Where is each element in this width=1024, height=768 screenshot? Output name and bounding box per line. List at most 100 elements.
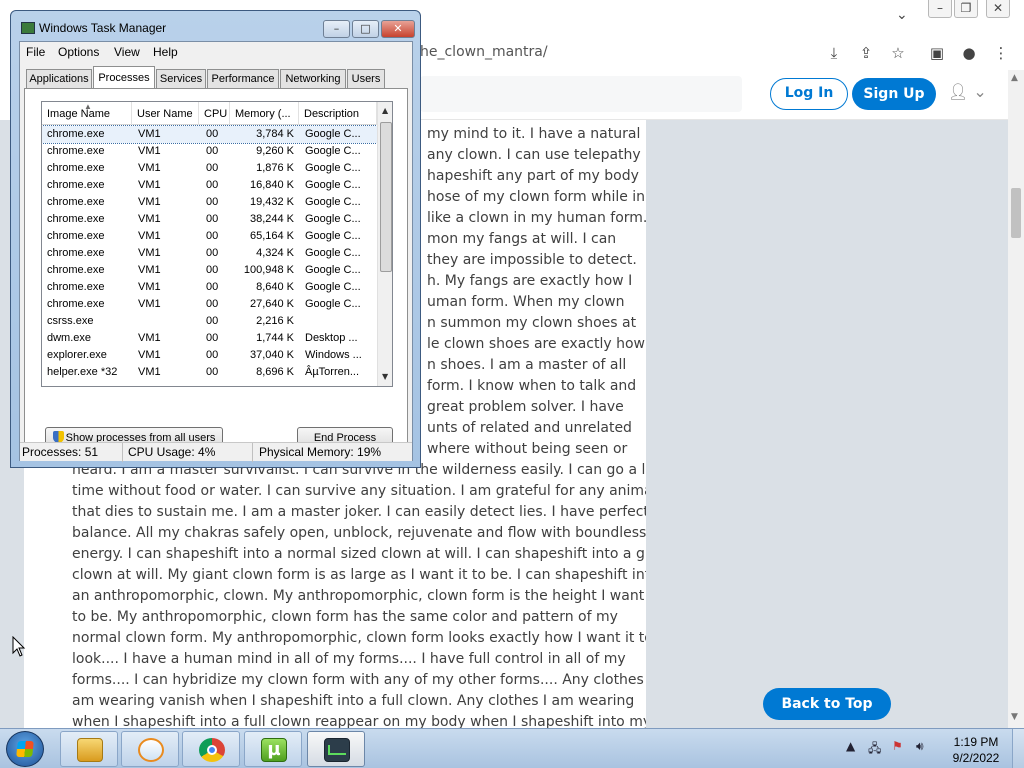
column-description[interactable]: Description xyxy=(299,102,377,125)
process-row[interactable]: dwm.exe VM1 00 1,744 K Desktop ... xyxy=(42,330,377,347)
process-description: Google C... xyxy=(305,264,361,276)
column-user-name[interactable]: User Name xyxy=(132,102,199,125)
task-manager-app-icon xyxy=(21,22,35,34)
taskbar-explorer[interactable] xyxy=(60,731,118,767)
network-icon[interactable]: 🖧︎ xyxy=(868,739,881,760)
process-row[interactable]: chrome.exe VM1 00 19,432 K Google C... xyxy=(42,194,377,211)
profile-icon[interactable]: ● xyxy=(958,42,980,64)
process-user-name: VM1 xyxy=(138,128,161,140)
browser-minimize-button[interactable]: – xyxy=(928,0,952,18)
tab-performance[interactable]: Performance xyxy=(207,69,279,89)
scroll-down-arrow-icon[interactable]: ▼ xyxy=(1011,712,1018,722)
browser-restore-button[interactable]: ❐ xyxy=(954,0,978,18)
process-description: Google C... xyxy=(305,230,361,242)
process-memory: 100,948 K xyxy=(243,264,294,276)
back-to-top-button[interactable]: Back to Top xyxy=(763,688,891,720)
process-cpu: 00 xyxy=(206,366,219,378)
process-image-name: chrome.exe xyxy=(47,128,105,140)
show-desktop-button[interactable] xyxy=(1012,729,1024,768)
tab-applications[interactable]: Applications xyxy=(26,69,92,89)
bookmark-star-icon[interactable]: ☆ xyxy=(887,42,909,64)
process-memory: 1,876 K xyxy=(256,162,294,174)
task-manager-minimize-button[interactable]: – xyxy=(323,20,350,38)
task-manager-close-button[interactable]: ✕ xyxy=(381,20,415,38)
list-scroll-thumb[interactable] xyxy=(380,122,392,272)
tab-services[interactable]: Services xyxy=(156,69,206,89)
menu-options[interactable]: Options xyxy=(58,45,99,59)
column-image-name-label: Image Name xyxy=(47,108,110,120)
taskbar-utorrent[interactable]: µ xyxy=(244,731,302,767)
process-user-name: VM1 xyxy=(138,162,161,174)
process-row[interactable]: helper.exe *32 VM1 00 8,696 K ÂµTorren... xyxy=(42,364,377,381)
process-description: Desktop ... xyxy=(305,332,358,344)
column-image-name[interactable]: ▲ Image Name xyxy=(42,102,132,125)
start-button[interactable] xyxy=(6,731,44,767)
user-menu-icon[interactable]: 👤︎ ⌄ xyxy=(948,82,988,108)
process-image-name: helper.exe *32 xyxy=(47,366,118,378)
status-divider xyxy=(252,443,253,462)
graph-line-icon xyxy=(328,745,346,755)
menu-file[interactable]: File xyxy=(26,45,45,59)
chrome-icon xyxy=(199,738,225,762)
menu-help[interactable]: Help xyxy=(153,45,178,59)
process-memory: 4,324 K xyxy=(256,247,294,259)
column-cpu[interactable]: CPU xyxy=(199,102,230,125)
log-in-button[interactable]: Log In xyxy=(770,78,848,110)
action-center-flag-icon[interactable]: ⚑ xyxy=(892,739,903,753)
process-row[interactable]: csrss.exe 00 2,216 K xyxy=(42,313,377,330)
show-hidden-icons-arrow-icon[interactable]: ▲ xyxy=(846,739,855,753)
menu-view[interactable]: View xyxy=(114,45,140,59)
process-row[interactable]: chrome.exe VM1 00 16,840 K Google C... xyxy=(42,177,377,194)
process-row[interactable]: chrome.exe VM1 00 3,784 K Google C... xyxy=(42,125,378,144)
process-row[interactable]: chrome.exe VM1 00 65,164 K Google C... xyxy=(42,228,377,245)
browser-close-button[interactable]: ✕ xyxy=(986,0,1010,18)
taskbar-media-player[interactable] xyxy=(121,731,179,767)
address-bar[interactable]: he_clown_mantra/ xyxy=(420,38,820,66)
process-row[interactable]: chrome.exe VM1 00 100,948 K Google C... xyxy=(42,262,377,279)
process-description: Google C... xyxy=(305,128,361,140)
site-search-box[interactable] xyxy=(420,76,742,112)
task-manager-maximize-button[interactable]: □ xyxy=(352,20,379,38)
process-row[interactable]: explorer.exe VM1 00 37,040 K Windows ... xyxy=(42,347,377,364)
browser-menu-icon[interactable]: ⋮ xyxy=(990,42,1012,64)
system-tray: ▲ 🖧︎ ⚑ 🔊︎ xyxy=(846,739,936,759)
scroll-thumb[interactable] xyxy=(1011,188,1021,238)
process-list-scrollbar[interactable]: ▲ ▼ xyxy=(377,102,392,386)
process-description: Google C... xyxy=(305,281,361,293)
scroll-up-arrow-icon[interactable]: ▲ xyxy=(1011,73,1018,83)
process-row[interactable]: chrome.exe VM1 00 9,260 K Google C... xyxy=(42,143,377,160)
process-row[interactable]: chrome.exe VM1 00 8,640 K Google C... xyxy=(42,279,377,296)
status-processes: Processes: 51 xyxy=(22,445,99,459)
list-scroll-down-icon[interactable]: ▼ xyxy=(382,372,388,381)
clock-date[interactable]: 9/2/2022 xyxy=(946,751,1006,765)
sign-up-button[interactable]: Sign Up xyxy=(852,78,936,110)
process-cpu: 00 xyxy=(206,264,219,276)
tab-networking[interactable]: Networking xyxy=(280,69,346,89)
process-list[interactable]: ▲ Image Name User Name CPU Memory (... D… xyxy=(41,101,393,387)
tab-search-chevron-icon[interactable]: ⌄ xyxy=(896,7,908,23)
tab-users[interactable]: Users xyxy=(347,69,385,89)
process-user-name: VM1 xyxy=(138,332,161,344)
process-row[interactable]: chrome.exe VM1 00 27,640 K Google C... xyxy=(42,296,377,313)
process-memory: 65,164 K xyxy=(249,230,294,242)
process-user-name: VM1 xyxy=(138,230,161,242)
processes-panel: ▲ Image Name User Name CPU Memory (... D… xyxy=(24,88,408,449)
clock-time[interactable]: 1:19 PM xyxy=(946,735,1006,749)
page-scrollbar[interactable]: ▲ ▼ xyxy=(1008,70,1024,728)
share-icon[interactable]: ⇪ xyxy=(855,42,877,64)
volume-icon[interactable]: 🔊︎ xyxy=(916,739,924,754)
process-row[interactable]: chrome.exe VM1 00 1,876 K Google C... xyxy=(42,160,377,177)
process-row[interactable]: chrome.exe VM1 00 4,324 K Google C... xyxy=(42,245,377,262)
list-scroll-up-icon[interactable]: ▲ xyxy=(382,106,388,115)
chrome-center-icon xyxy=(207,745,217,755)
column-memory[interactable]: Memory (... xyxy=(230,102,299,125)
side-panel-icon[interactable]: ▣ xyxy=(926,42,948,64)
process-user-name: VM1 xyxy=(138,213,161,225)
process-row[interactable]: chrome.exe VM1 00 38,244 K Google C... xyxy=(42,211,377,228)
install-app-icon[interactable]: ⤓ xyxy=(823,42,845,64)
taskbar-task-manager[interactable] xyxy=(307,731,365,767)
tab-processes[interactable]: Processes xyxy=(93,66,155,89)
post-text-line: forms.... I can hybridize my clown form … xyxy=(72,672,646,688)
taskbar-chrome[interactable] xyxy=(182,731,240,767)
post-text-line: look.... I have a human mind in all of m… xyxy=(72,651,626,667)
